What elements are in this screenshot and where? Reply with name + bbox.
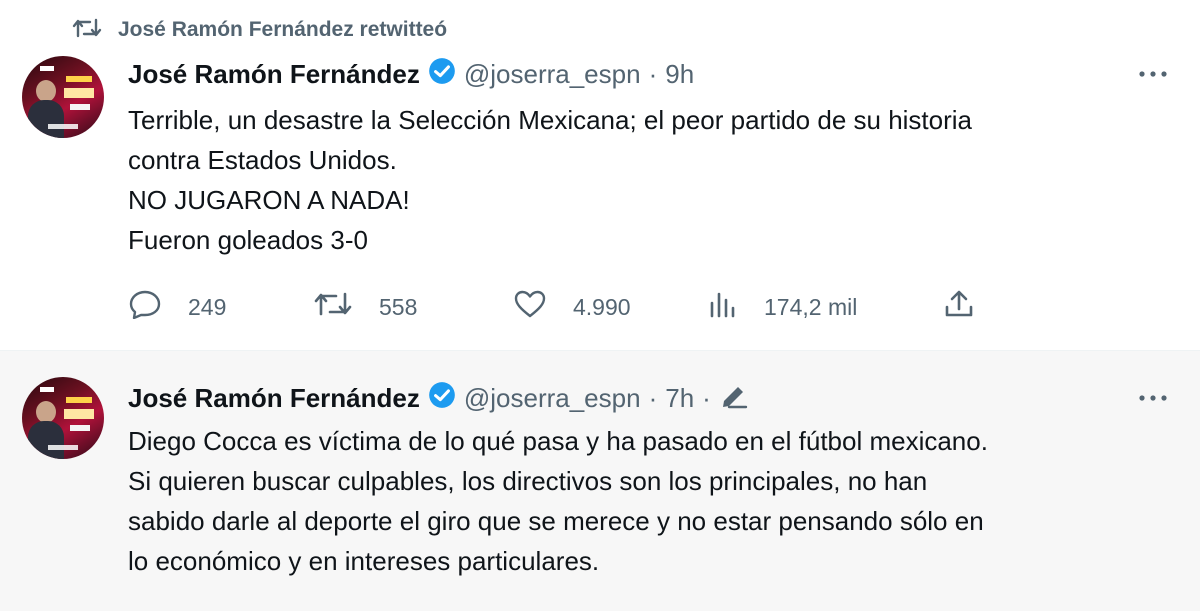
tweet-text-line: Fueron goleados 3-0 <box>128 225 368 255</box>
tweet-text: Diego Cocca es víctima de lo qué pasa y … <box>128 421 1168 581</box>
tweet-retweeted[interactable]: José Ramón Fernández retwitteó José Ramó… <box>0 0 1200 350</box>
author-name[interactable]: José Ramón Fernández <box>128 383 420 414</box>
reply-icon <box>128 289 162 325</box>
tweet-text-line: Terrible, un desastre la Selección Mexic… <box>128 105 973 135</box>
retweet-icon <box>313 289 353 325</box>
reply-count: 249 <box>188 293 227 320</box>
retweet-label[interactable]: José Ramón Fernández retwitteó <box>118 18 447 42</box>
tweet-actions: 249 558 4.990 174,2 mil <box>128 287 975 327</box>
author-name[interactable]: José Ramón Fernández <box>128 59 420 90</box>
share-icon <box>943 289 975 325</box>
separator-dot: · <box>648 58 658 89</box>
tweet-text-line: Diego Cocca es víctima de lo qué pasa y … <box>128 426 988 456</box>
avatar[interactable] <box>22 377 104 459</box>
edited-pencil-icon[interactable] <box>719 381 749 416</box>
retweet-count: 558 <box>379 293 418 320</box>
tweet-header: José Ramón Fernández @joserra_espn · 9h <box>128 56 694 92</box>
tweet[interactable]: José Ramón Fernández @joserra_espn · 7h … <box>0 350 1200 611</box>
tweet-text-line: sabido darle al deporte el giro que se m… <box>128 506 984 536</box>
retweet-context: José Ramón Fernández retwitteó <box>72 12 447 48</box>
separator-dot: · <box>648 382 658 413</box>
tweet-header: José Ramón Fernández @joserra_espn · 7h … <box>128 380 749 416</box>
author-handle[interactable]: @joserra_espn <box>464 59 641 90</box>
timestamp[interactable]: 7h <box>665 383 694 414</box>
more-options-icon[interactable] <box>1136 64 1170 84</box>
verified-badge-icon <box>428 57 456 92</box>
timestamp[interactable]: 9h <box>665 59 694 90</box>
tweet-text-line: NO JUGARON A NADA! <box>128 185 410 215</box>
author-handle[interactable]: @joserra_espn <box>464 383 641 414</box>
tweet-text-line: contra Estados Unidos. <box>128 145 397 175</box>
verified-badge-icon <box>428 381 456 416</box>
heart-icon <box>513 289 547 325</box>
reply-button[interactable]: 249 <box>128 289 313 325</box>
views-count: 174,2 mil <box>764 293 858 320</box>
avatar[interactable] <box>22 56 104 138</box>
more-options-icon[interactable] <box>1136 388 1170 408</box>
separator-dot: · <box>702 382 711 413</box>
share-button[interactable] <box>943 289 975 325</box>
like-button[interactable]: 4.990 <box>513 289 708 325</box>
retweet-button[interactable]: 558 <box>313 289 513 325</box>
tweet-text-line: Si quieren buscar culpables, los directi… <box>128 466 928 496</box>
views-button[interactable]: 174,2 mil <box>708 289 943 325</box>
tweet-text: Terrible, un desastre la Selección Mexic… <box>128 100 1168 260</box>
tweet-text-line: lo económico y en intereses particulares… <box>128 546 600 576</box>
retweet-icon <box>72 16 102 45</box>
like-count: 4.990 <box>573 293 631 320</box>
views-chart-icon <box>708 289 738 325</box>
